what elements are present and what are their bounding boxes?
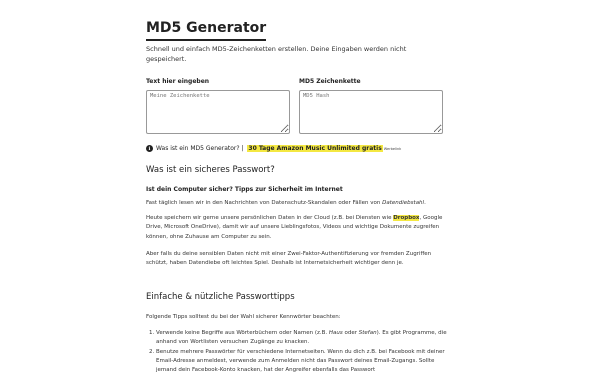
subheading-security: Ist dein Computer sicher? Tipps zur Sich… xyxy=(146,186,343,193)
paragraph-1: Fast täglich lesen wir in den Nachrichte… xyxy=(146,200,426,206)
dropbox-highlight: Dropbox xyxy=(393,215,420,221)
list-item: Benutze mehrere Passwörter für verschied… xyxy=(156,348,451,375)
md5-output[interactable] xyxy=(299,90,443,134)
output-label: MD5 Zeichenkette xyxy=(299,78,361,85)
section-heading-tips: Einfache & nützliche Passworttipps xyxy=(146,292,295,302)
text-input[interactable] xyxy=(146,90,290,134)
section-heading-password: Was ist ein sicheres Passwort? xyxy=(146,165,275,175)
tips-list: Verwende keine Begriffe aus Wörterbücher… xyxy=(146,329,451,375)
list-item: Verwende keine Begriffe aus Wörterbücher… xyxy=(156,329,451,348)
paragraph-3: Aber falls du deine sensiblen Daten nich… xyxy=(146,251,432,267)
separator: | xyxy=(239,145,246,152)
page-title: MD5 Generator xyxy=(146,20,267,41)
info-icon: i xyxy=(146,145,153,152)
tips-intro: Folgende Tipps solltest du bei der Wahl … xyxy=(146,314,341,320)
md5-info-link[interactable]: Was ist ein MD5 Generator? xyxy=(156,145,240,152)
intro-text: Schnell und einfach MD5-Zeichenketten er… xyxy=(146,45,407,63)
amazon-music-promo-link[interactable]: 30 Tage Amazon Music Unlimited gratis xyxy=(247,145,383,152)
input-label: Text hier eingeben xyxy=(146,78,210,85)
info-line: i Was ist ein MD5 Generator? | 30 Tage A… xyxy=(146,145,401,152)
paragraph-2: Heute speichern wir gerne unsere persönl… xyxy=(146,215,443,240)
ad-tag: Werbelink xyxy=(383,146,402,151)
